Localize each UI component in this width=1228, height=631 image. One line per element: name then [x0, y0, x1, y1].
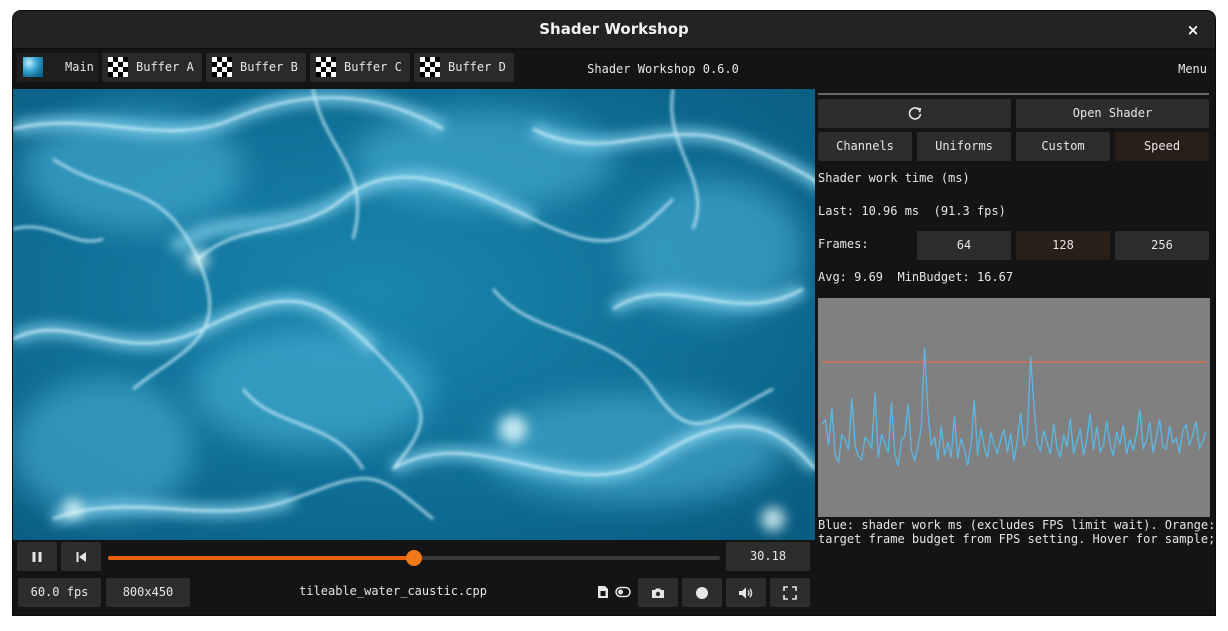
- camera-icon: [638, 578, 678, 607]
- tab-buffer-d[interactable]: Buffer D: [414, 53, 514, 82]
- close-button[interactable]: ×: [1183, 20, 1203, 40]
- tab-main-label: Main: [65, 60, 94, 74]
- volume-button[interactable]: [726, 578, 766, 607]
- water-thumbnail-icon: [23, 57, 43, 77]
- tab-buffer-a[interactable]: Buffer A: [102, 53, 202, 82]
- title-bar: Shader Workshop ×: [13, 11, 1215, 49]
- app-window: Shader Workshop × Main Buffer A Buffer B…: [13, 11, 1215, 615]
- tab-buffer-b[interactable]: Buffer B: [206, 53, 306, 82]
- frame-time-graph[interactable]: [818, 298, 1210, 517]
- checker-thumbnail-icon: [316, 57, 336, 77]
- checker-thumbnail-icon: [212, 57, 232, 77]
- checker-thumbnail-icon: [108, 57, 128, 77]
- graph-note-line1: Blue: shader work ms (excludes FPS limit…: [818, 518, 1215, 532]
- time-display[interactable]: 30.18: [726, 542, 810, 571]
- frames-64-button[interactable]: 64: [917, 231, 1011, 260]
- tab-buffer-b-label: Buffer B: [240, 60, 298, 74]
- tab-buffer-a-label: Buffer A: [136, 60, 194, 74]
- open-shader-button[interactable]: Open Shader: [1016, 99, 1209, 128]
- timeline-progress: [108, 556, 414, 560]
- frames-label: Frames:: [818, 237, 869, 251]
- tab-main[interactable]: Main: [17, 53, 99, 82]
- app-version-label: Shader Workshop 0.6.0: [587, 62, 739, 76]
- side-panel: Open Shader Channels Uniforms Custom Spe…: [815, 89, 1215, 615]
- tab-buffer-c-label: Buffer C: [344, 60, 402, 74]
- tab-custom[interactable]: Custom: [1016, 132, 1110, 161]
- shader-preview[interactable]: [13, 89, 815, 540]
- last-frame-stat: Last: 10.96 ms (91.3 fps): [818, 204, 1006, 218]
- toggle-icon[interactable]: [614, 585, 632, 599]
- graph-note-line2: target frame budget from FPS setting. Ho…: [818, 532, 1215, 546]
- tab-buffer-c[interactable]: Buffer C: [310, 53, 410, 82]
- tab-buffer-d-label: Buffer D: [448, 60, 506, 74]
- average-stat: Avg: 9.69 MinBudget: 16.67: [818, 270, 1014, 284]
- tab-speed[interactable]: Speed: [1115, 132, 1209, 161]
- timeline-slider[interactable]: [108, 550, 720, 566]
- screenshot-button[interactable]: [638, 578, 678, 607]
- volume-icon: [726, 578, 766, 607]
- frames-256-button[interactable]: 256: [1115, 231, 1209, 260]
- refresh-icon: [818, 99, 1011, 128]
- record-icon: [682, 578, 722, 607]
- pause-button[interactable]: [17, 542, 57, 571]
- reload-button[interactable]: [818, 99, 1011, 128]
- work-time-line: [821, 347, 1207, 466]
- restart-button[interactable]: [61, 542, 101, 571]
- menu-button[interactable]: Menu: [1178, 49, 1207, 89]
- fullscreen-icon: [770, 578, 810, 607]
- buffer-tabbar: Main Buffer A Buffer B Buffer C Buffer D…: [13, 49, 1215, 89]
- pause-icon: [17, 542, 57, 571]
- resolution-display[interactable]: 800x450: [106, 578, 190, 607]
- record-button[interactable]: [682, 578, 722, 607]
- file-icon[interactable]: [596, 585, 610, 599]
- playback-controls: 30.18 60.0 fps 800x450 tileable_water_ca…: [13, 540, 815, 615]
- section-heading: Shader work time (ms): [818, 171, 970, 185]
- fps-display[interactable]: 60.0 fps: [18, 578, 101, 607]
- divider: [818, 93, 1209, 95]
- timeline-handle[interactable]: [406, 550, 422, 566]
- tab-channels[interactable]: Channels: [818, 132, 912, 161]
- window-title: Shader Workshop: [539, 20, 689, 38]
- graph-legend-note: Blue: shader work ms (excludes FPS limit…: [818, 518, 1215, 546]
- checker-thumbnail-icon: [420, 57, 440, 77]
- frames-128-button[interactable]: 128: [1016, 231, 1110, 260]
- skip-to-start-icon: [61, 542, 101, 571]
- fullscreen-button[interactable]: [770, 578, 810, 607]
- tab-uniforms[interactable]: Uniforms: [917, 132, 1011, 161]
- shader-filename: tileable_water_caustic.cpp: [299, 584, 487, 598]
